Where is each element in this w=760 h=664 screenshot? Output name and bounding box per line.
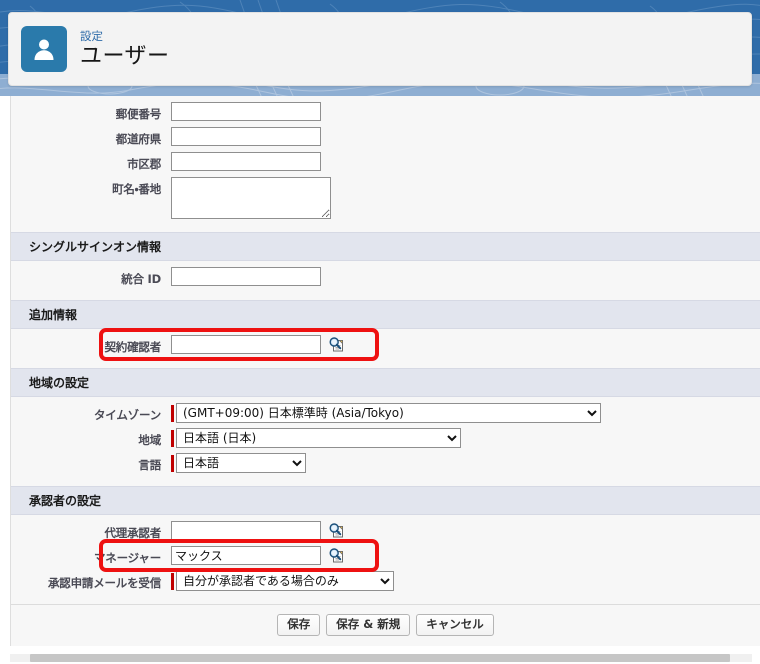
form-row: 地域 日本語 (日本) bbox=[11, 428, 760, 448]
form-row: タイムゾーン (GMT+09:00) 日本標準時 (Asia/Tokyo) bbox=[11, 403, 760, 423]
form-row: 言語 日本語 bbox=[11, 453, 760, 473]
lookup-magnifier-icon[interactable] bbox=[328, 336, 345, 353]
field-control bbox=[171, 335, 760, 354]
person-glyph-icon bbox=[34, 39, 54, 60]
text-input[interactable] bbox=[171, 102, 321, 121]
text-input[interactable] bbox=[171, 267, 321, 286]
save-button[interactable]: 保存 bbox=[277, 614, 321, 637]
section-rows-approver: 代理承認者マネージャー承認申請メールを受信 自分が承認者である場合のみ bbox=[11, 515, 760, 604]
required-marker bbox=[171, 454, 174, 472]
field-control bbox=[171, 267, 760, 286]
lookup-magnifier-icon[interactable] bbox=[328, 547, 345, 564]
required-marker bbox=[171, 572, 174, 590]
lookup-input[interactable] bbox=[171, 335, 321, 354]
field-control bbox=[171, 521, 760, 540]
form-row: 町名・番地 bbox=[11, 177, 760, 219]
section-header-locale: 地域の設定 bbox=[11, 368, 760, 397]
field-label: 言語 bbox=[138, 458, 161, 472]
text-input[interactable] bbox=[171, 152, 321, 171]
field-control: 自分が承認者である場合のみ bbox=[171, 571, 760, 591]
field-control bbox=[171, 127, 760, 146]
lookup-input[interactable] bbox=[171, 521, 321, 540]
field-control bbox=[171, 177, 760, 219]
save-and-new-button[interactable]: 保存 & 新規 bbox=[326, 614, 411, 637]
user-avatar-icon bbox=[21, 26, 67, 72]
field-control: 日本語 (日本) bbox=[171, 428, 760, 448]
section-rows-locale: タイムゾーン (GMT+09:00) 日本標準時 (Asia/Tokyo) 地域 日本… bbox=[11, 397, 760, 486]
select-dropdown[interactable]: 自分が承認者である場合のみ bbox=[176, 571, 394, 591]
section-header-sso: シングルサインオン情報 bbox=[11, 232, 760, 261]
field-control bbox=[171, 546, 760, 565]
field-label: 郵便番号 bbox=[115, 107, 161, 121]
field-control: (GMT+09:00) 日本標準時 (Asia/Tokyo) bbox=[171, 403, 760, 423]
form-row: 代理承認者 bbox=[11, 521, 760, 541]
lookup-input[interactable] bbox=[171, 546, 321, 565]
field-label: 代理承認者 bbox=[104, 526, 162, 540]
section-header-additional: 追加情報 bbox=[11, 300, 760, 329]
form-row: 契約確認者 bbox=[11, 335, 760, 355]
section-rows-sso: 統合 ID bbox=[11, 261, 760, 300]
horizontal-scrollbar[interactable] bbox=[0, 650, 760, 664]
form-sheet: 郵便番号都道府県市区郡町名・番地シングルサインオン情報統合 ID 追加情報契約確認… bbox=[10, 96, 760, 647]
required-marker bbox=[171, 404, 174, 422]
breadcrumb-setup: 設定 bbox=[80, 28, 103, 43]
section-rows-additional: 契約確認者 bbox=[11, 329, 760, 368]
field-label: タイムゾーン bbox=[94, 408, 161, 422]
form-button-bar: 保存 保存 & 新規 キャンセル bbox=[11, 604, 760, 647]
field-control bbox=[171, 152, 760, 171]
section-header-approver: 承認者の設定 bbox=[11, 486, 760, 515]
required-marker bbox=[171, 429, 174, 447]
page-header-card: 設定 ユーザー bbox=[8, 12, 752, 86]
form-row: マネージャー bbox=[11, 546, 760, 566]
section-rows-address: 郵便番号都道府県市区郡町名・番地 bbox=[11, 96, 760, 232]
form-row: 都道府県 bbox=[11, 127, 760, 147]
form-row: 市区郡 bbox=[11, 152, 760, 172]
field-label: 都道府県 bbox=[115, 132, 161, 146]
select-dropdown[interactable]: (GMT+09:00) 日本標準時 (Asia/Tokyo) bbox=[176, 403, 601, 423]
scrollbar-thumb[interactable] bbox=[30, 654, 730, 662]
form-scroll-area: 郵便番号都道府県市区郡町名・番地シングルサインオン情報統合 ID 追加情報契約確認… bbox=[0, 96, 760, 664]
textarea-input[interactable] bbox=[171, 177, 331, 219]
field-label: 統合 ID bbox=[121, 272, 161, 286]
text-input[interactable] bbox=[171, 127, 321, 146]
field-control bbox=[171, 102, 760, 121]
form-row: 承認申請メールを受信 自分が承認者である場合のみ bbox=[11, 571, 760, 591]
field-label: 市区郡 bbox=[127, 157, 161, 171]
form-row: 統合 ID bbox=[11, 267, 760, 287]
field-label: 契約確認者 bbox=[104, 340, 162, 354]
cancel-button[interactable]: キャンセル bbox=[416, 614, 494, 637]
field-label: 承認申請メールを受信 bbox=[48, 576, 161, 590]
select-dropdown[interactable]: 日本語 (日本) bbox=[176, 428, 461, 448]
field-label: 地域 bbox=[138, 433, 161, 447]
field-control: 日本語 bbox=[171, 453, 760, 473]
field-label: マネージャー bbox=[94, 551, 161, 565]
select-dropdown[interactable]: 日本語 bbox=[176, 453, 306, 473]
field-label: 町名・番地 bbox=[112, 182, 161, 196]
page-title: ユーザー bbox=[80, 43, 170, 69]
lookup-magnifier-icon[interactable] bbox=[328, 522, 345, 539]
form-row: 郵便番号 bbox=[11, 102, 760, 122]
